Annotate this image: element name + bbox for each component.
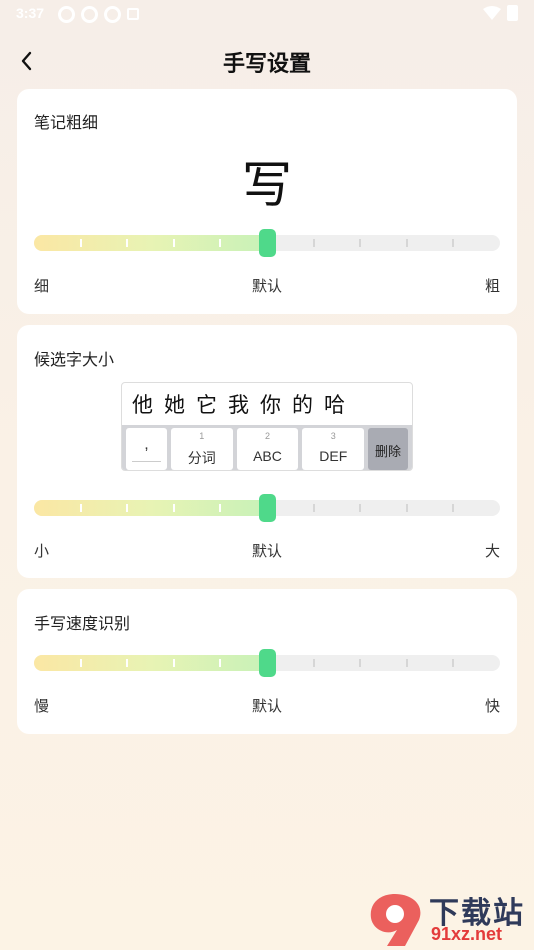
watermark-logo-icon	[370, 894, 421, 946]
candidate-row: 他 她 它 我 你 的 哈	[122, 383, 412, 425]
slider-tick	[172, 504, 175, 512]
candidate-char: 它	[196, 393, 217, 417]
slider-thumb[interactable]	[258, 494, 276, 522]
stroke-preview-char: 写	[242, 156, 292, 214]
def-key: 3 DEF	[302, 428, 365, 470]
slider-tick	[452, 659, 455, 667]
slider-max-label: 快	[484, 697, 500, 715]
candidate-size-slider[interactable]	[34, 494, 500, 522]
candidate-char: 他	[132, 393, 153, 417]
slider-thumb[interactable]	[258, 649, 276, 677]
wifi-icon	[483, 6, 501, 20]
stroke-thickness-labels: 细 默认 粗	[34, 275, 500, 297]
slider-tick	[79, 239, 82, 247]
slider-tick	[126, 239, 129, 247]
slider-min-label: 慢	[34, 697, 50, 715]
notification-icon	[81, 6, 98, 23]
delete-key: 删除	[368, 428, 408, 470]
slider-min-label: 细	[34, 277, 50, 295]
slider-tick	[312, 659, 315, 667]
slider-tick	[172, 239, 175, 247]
status-notification-icons	[58, 6, 139, 23]
slider-tick	[172, 659, 175, 667]
notification-icon	[104, 6, 121, 23]
notification-square-icon	[127, 8, 139, 20]
status-right	[483, 5, 518, 21]
key-label: 分词	[187, 450, 216, 466]
slider-tick	[126, 504, 129, 512]
abc-key: 2 ABC	[236, 428, 299, 470]
watermark: 下载站 91xz.net	[361, 886, 533, 950]
status-time: 3:37	[16, 5, 45, 21]
slider-tick	[219, 239, 222, 247]
slider-max-label: 粗	[484, 277, 500, 295]
candidate-size-card: 候选字大小 他 她 它 我 你 的 哈 , 1 分词 2 ABC 3 DEF 删…	[17, 325, 517, 578]
slider-tick	[452, 504, 455, 512]
slider-thumb[interactable]	[258, 229, 276, 257]
slider-max-label: 大	[484, 542, 500, 560]
handwriting-speed-labels: 慢 默认 快	[34, 695, 500, 717]
handwriting-speed-card: 手写速度识别 慢 默认 快	[17, 589, 517, 734]
slider-fill	[34, 500, 267, 516]
key-label: DEF	[319, 448, 348, 464]
slider-tick	[359, 504, 362, 512]
segment-key: 1 分词	[170, 428, 233, 470]
stroke-thickness-card: 笔记粗细 写 细 默认 粗	[17, 89, 517, 314]
key-label: 删除	[375, 444, 402, 459]
page-title: 手写设置	[222, 52, 311, 77]
status-bar: 3:37	[0, 0, 534, 28]
slider-default-label: 默认	[251, 697, 283, 715]
comma-key: ,	[126, 428, 167, 470]
candidate-size-title: 候选字大小	[34, 350, 115, 369]
key-underline	[132, 461, 161, 462]
slider-tick	[405, 504, 408, 512]
candidate-size-labels: 小 默认 大	[34, 540, 500, 562]
slider-min-label: 小	[34, 542, 50, 560]
slider-fill	[34, 235, 267, 251]
keyboard-preview: 他 她 它 我 你 的 哈 , 1 分词 2 ABC 3 DEF 删除	[121, 382, 413, 471]
notification-icon	[58, 6, 75, 23]
slider-tick	[219, 504, 222, 512]
candidate-char: 你	[260, 393, 281, 417]
slider-default-label: 默认	[251, 542, 283, 560]
slider-default-label: 默认	[251, 277, 283, 295]
stroke-thickness-slider[interactable]	[34, 229, 500, 257]
candidate-char: 的	[292, 393, 313, 417]
handwriting-speed-title: 手写速度识别	[34, 614, 131, 633]
slider-tick	[312, 504, 315, 512]
header: 手写设置	[0, 40, 534, 84]
key-label: ABC	[253, 448, 282, 464]
slider-tick	[359, 239, 362, 247]
key-label: ,	[144, 436, 149, 453]
slider-tick	[359, 659, 362, 667]
key-number: 3	[330, 431, 336, 441]
candidate-char: 她	[164, 393, 185, 417]
watermark-url: 91xz.net	[431, 924, 503, 944]
candidate-char: 我	[228, 393, 249, 417]
slider-tick	[405, 659, 408, 667]
slider-tick	[312, 239, 315, 247]
keyboard-row: , 1 分词 2 ABC 3 DEF 删除	[122, 425, 412, 470]
slider-fill	[34, 655, 267, 671]
slider-tick	[452, 239, 455, 247]
key-number: 2	[264, 431, 270, 441]
slider-tick	[126, 659, 129, 667]
stroke-thickness-title: 笔记粗细	[34, 113, 99, 132]
key-number: 1	[199, 431, 205, 441]
battery-icon	[507, 5, 518, 21]
slider-tick	[79, 504, 82, 512]
slider-tick	[219, 659, 222, 667]
candidate-char: 哈	[324, 393, 345, 417]
slider-tick	[79, 659, 82, 667]
handwriting-speed-slider[interactable]	[34, 649, 500, 677]
slider-tick	[405, 239, 408, 247]
